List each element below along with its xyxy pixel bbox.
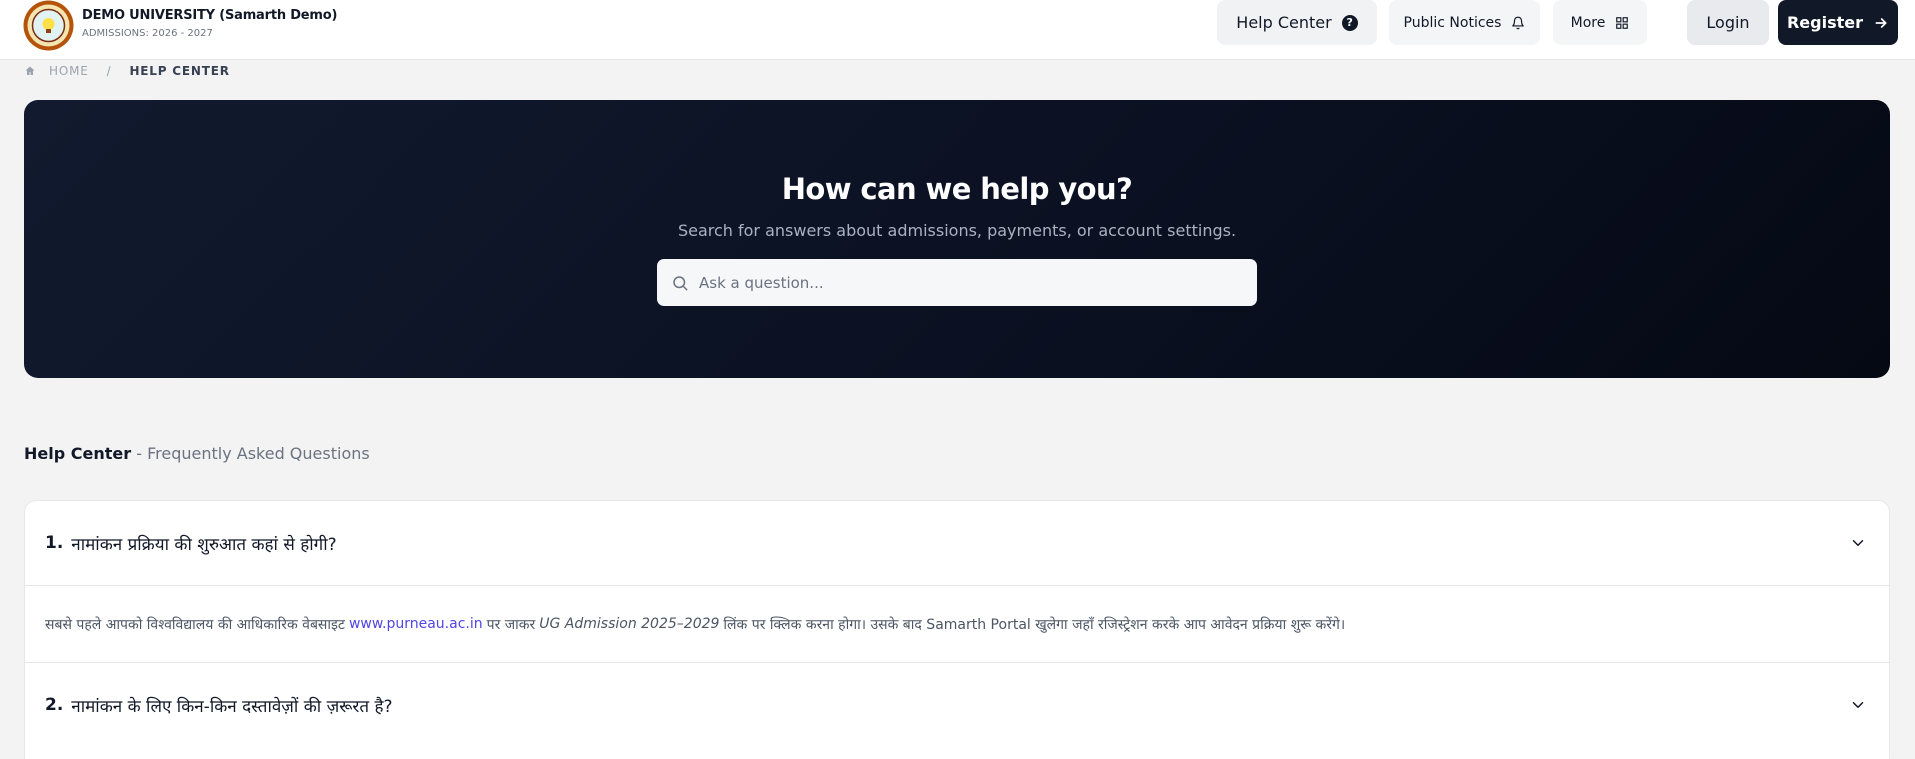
search-box [657, 259, 1257, 306]
faq-answer-text: लिंक पर क्लिक करना होगा। उसके बाद Samart… [723, 616, 1346, 633]
breadcrumb-current: HELP CENTER [129, 64, 230, 78]
faq-heading-title: Help Center [24, 444, 132, 463]
brand-subtitle: ADMISSIONS: 2026 - 2027 [82, 28, 213, 39]
chevron-down-icon[interactable] [1849, 534, 1867, 552]
university-logo[interactable] [23, 0, 74, 51]
arrow-right-icon [1875, 17, 1887, 28]
public-notices-label: Public Notices [1403, 14, 1502, 31]
faq-number: 1. [45, 533, 64, 553]
faq-question-2[interactable]: 2. नामांकन के लिए किन-किन दस्तावेज़ों की… [25, 663, 1889, 747]
register-button[interactable]: Register [1778, 0, 1898, 45]
faq-question-text: नामांकन के लिए किन-किन दस्तावेज़ों की ज़… [71, 696, 393, 717]
hero-banner: How can we help you? Search for answers … [24, 100, 1890, 378]
faq-question-1[interactable]: 1. नामांकन प्रक्रिया की शुरुआत कहां से ह… [25, 501, 1889, 585]
top-navigation-bar: DEMO UNIVERSITY (Samarth Demo) ADMISSION… [0, 0, 1915, 60]
hero-title: How can we help you? [781, 172, 1133, 206]
search-input[interactable] [699, 259, 1239, 306]
help-center-label: Help Center [1236, 13, 1332, 32]
university-website-link[interactable]: www.purneau.ac.in [349, 616, 483, 632]
faq-heading: Help Center - Frequently Asked Questions [24, 444, 370, 463]
faq-question-text: नामांकन प्रक्रिया की शुरुआत कहां से होगी… [71, 534, 337, 555]
more-label: More [1570, 14, 1606, 31]
home-icon[interactable] [24, 65, 36, 77]
faq-number: 2. [45, 695, 64, 715]
question-circle-icon: ? [1341, 14, 1358, 31]
faq-answer-text: पर जाकर [486, 616, 536, 633]
brand-title: DEMO UNIVERSITY (Samarth Demo) [82, 8, 338, 23]
public-notices-button[interactable]: Public Notices [1389, 0, 1540, 45]
help-center-button[interactable]: Help Center ? [1217, 0, 1377, 45]
faq-answer-emphasis: UG Admission 2025–2029 [539, 616, 720, 632]
bell-icon [1512, 16, 1525, 29]
breadcrumb-separator: / [106, 64, 112, 78]
grid-icon [1616, 16, 1629, 29]
faq-answer-text: सबसे पहले आपको विश्वविद्यालय की आधिकारिक… [45, 616, 345, 633]
hero-subtitle: Search for answers about admissions, pay… [677, 221, 1237, 240]
login-label: Login [1706, 13, 1750, 32]
chevron-down-icon[interactable] [1849, 696, 1867, 714]
register-label: Register [1786, 13, 1864, 32]
breadcrumb-home-link[interactable]: HOME [49, 64, 89, 78]
search-icon [673, 275, 688, 290]
faq-heading-subtitle: - Frequently Asked Questions [136, 444, 370, 463]
login-button[interactable]: Login [1687, 0, 1769, 45]
faq-answer-1: सबसे पहले आपको विश्वविद्यालय की आधिकारिक… [25, 585, 1889, 663]
more-menu-button[interactable]: More [1553, 0, 1647, 45]
breadcrumb: HOME / HELP CENTER [24, 63, 230, 79]
faq-list: 1. नामांकन प्रक्रिया की शुरुआत कहां से ह… [24, 500, 1890, 759]
